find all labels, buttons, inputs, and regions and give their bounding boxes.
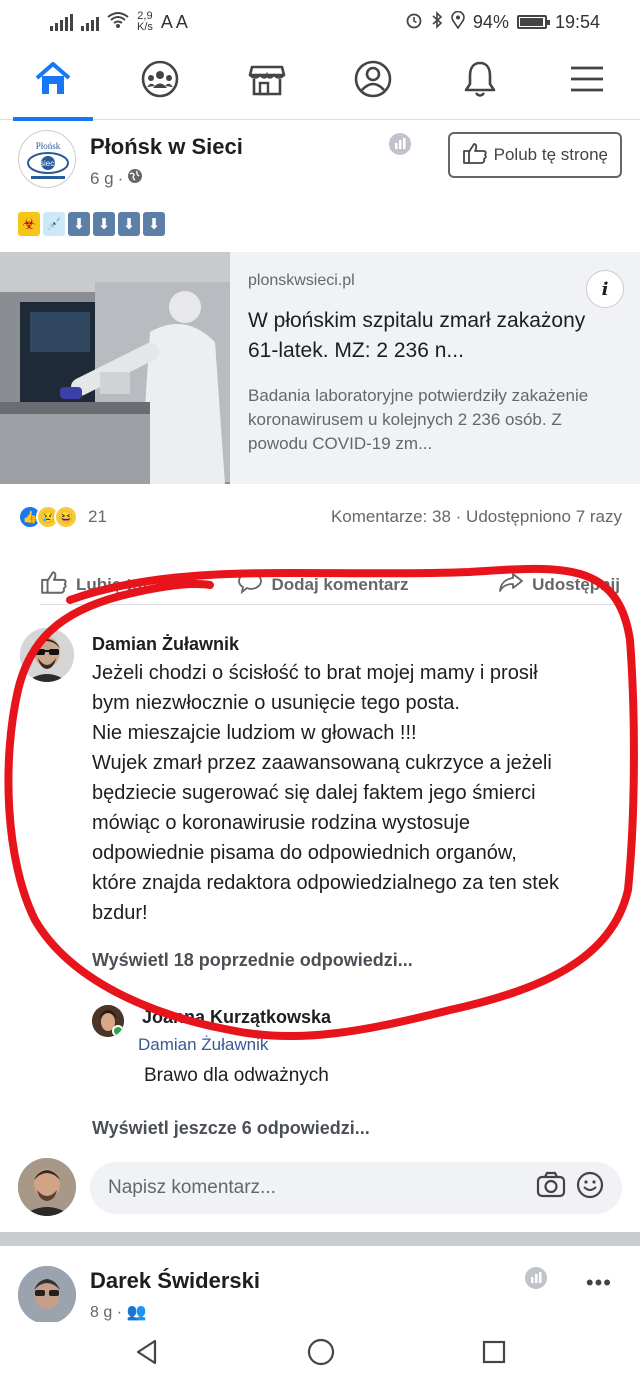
nav-notifications[interactable] <box>440 44 520 120</box>
recents-icon[interactable] <box>481 1339 507 1370</box>
like-button[interactable]: Lubię to! <box>40 569 148 600</box>
system-navigation-bar <box>0 1322 640 1386</box>
friends-icon: 👥 <box>126 1304 147 1321</box>
insights-icon[interactable] <box>524 1266 548 1295</box>
avatar <box>18 1158 76 1216</box>
more-options-icon[interactable]: ••• <box>586 1270 612 1296</box>
share-button[interactable]: Udostępnij <box>498 570 620 599</box>
post-time[interactable]: 8 g <box>90 1304 112 1321</box>
nav-groups[interactable] <box>120 44 200 120</box>
alarm-icon <box>405 11 423 34</box>
haha-reaction-icon: 😆 <box>54 505 78 529</box>
comments-shares-count[interactable]: Komentarze: 38 · Udostępniono 7 razy <box>331 507 622 527</box>
post-header: Płońsk sieci Płońsk w Sieci 6 g · Polub … <box>18 130 622 200</box>
like-page-button[interactable]: Polub tę stronę <box>447 132 622 178</box>
notifications-icon <box>462 59 498 104</box>
font-size-indicator: A A <box>160 11 188 32</box>
top-navigation <box>0 44 640 121</box>
battery-percent: 94% <box>472 11 509 32</box>
back-icon[interactable] <box>133 1338 161 1371</box>
comment-author[interactable]: Damian Żuławnik <box>92 634 239 655</box>
thumbs-up-icon <box>462 141 488 170</box>
avatar[interactable] <box>92 1005 124 1037</box>
svg-text:sieci: sieci <box>40 159 56 168</box>
link-description: Badania laboratoryjne potwierdziły zakaż… <box>248 386 589 453</box>
share-label: Udostępnij <box>532 574 620 594</box>
down-arrow-icon: ⬇ <box>143 212 165 236</box>
menu-icon <box>569 64 605 99</box>
comment-text: Jeżeli chodzi o ścisłość to brat mojej m… <box>92 662 559 924</box>
network-speed: 2,9 K/s <box>137 10 153 33</box>
comment-composer: Napisz komentarz... <box>18 1158 622 1218</box>
like-label: Lubię to! <box>76 574 148 594</box>
nav-menu[interactable] <box>547 44 627 120</box>
page-avatar[interactable]: Płońsk sieci <box>18 130 76 188</box>
status-bar: 2,9 K/s A A 94% 19:54 <box>0 0 640 44</box>
globe-icon <box>127 168 143 189</box>
down-arrow-icon: ⬇ <box>93 212 115 236</box>
comment-icon <box>237 570 263 599</box>
like-page-label: Polub tę stronę <box>493 145 608 164</box>
link-title[interactable]: W płońskim szpitalu zmarł zakażony 61-la… <box>248 306 598 366</box>
link-preview-card[interactable]: plonskwsieci.pl W płońskim szpitalu zmar… <box>0 252 640 484</box>
marketplace-icon <box>247 59 287 104</box>
nav-profile[interactable] <box>333 44 413 120</box>
post-meta: 8 g · 👥 <box>90 1304 147 1321</box>
emoji-icon[interactable] <box>576 1171 604 1205</box>
nav-home[interactable] <box>13 44 94 121</box>
groups-icon <box>140 59 180 104</box>
post-meta: 6 g · <box>90 168 143 189</box>
profile-icon <box>353 59 393 104</box>
wifi-icon <box>107 11 129 34</box>
view-more-replies-link[interactable]: Wyświetl jeszcze 6 odpowiedzi... <box>92 1118 370 1139</box>
comment-button[interactable]: Dodaj komentarz <box>237 570 408 599</box>
signal-icon <box>50 13 73 31</box>
down-arrow-icon: ⬇ <box>118 212 140 236</box>
post-author[interactable]: Darek Świderski <box>90 1268 260 1294</box>
post-actions: Lubię to! Dodaj komentarz Udostępnij <box>40 565 620 605</box>
camera-icon[interactable] <box>536 1171 566 1205</box>
signal-icon-2 <box>81 13 99 31</box>
biohazard-icon: ☣ <box>18 212 40 236</box>
home-icon <box>34 61 72 102</box>
reaction-count-group[interactable]: 👍 😢 😆 21 <box>18 505 107 529</box>
insights-icon[interactable] <box>388 132 412 161</box>
syringe-icon: 💉 <box>43 212 65 236</box>
home-button-icon[interactable] <box>306 1337 336 1372</box>
comment-input[interactable]: Napisz komentarz... <box>90 1162 622 1214</box>
post-time[interactable]: 6 g <box>90 169 114 189</box>
comment-label: Dodaj komentarz <box>271 574 409 594</box>
bluetooth-icon <box>431 10 443 34</box>
battery-icon <box>516 15 550 29</box>
post-emoji-text: ☣ 💉 ⬇ ⬇ ⬇ ⬇ <box>18 212 165 236</box>
svg-text:Płońsk: Płońsk <box>36 141 61 151</box>
location-icon <box>451 10 465 34</box>
avatar[interactable] <box>18 1266 76 1322</box>
reply-mention[interactable]: Damian Żuławnik <box>138 1035 268 1055</box>
feed-divider <box>0 1232 640 1246</box>
avatar[interactable] <box>20 628 74 682</box>
link-domain: plonskwsieci.pl <box>248 272 355 289</box>
clock: 19:54 <box>554 11 600 32</box>
reply-author[interactable]: Joanna Kurzątkowska <box>142 1007 331 1028</box>
page-name[interactable]: Płońsk w Sieci <box>90 134 243 160</box>
info-icon[interactable]: i <box>586 270 624 308</box>
link-preview-body: plonskwsieci.pl W płońskim szpitalu zmar… <box>230 252 640 484</box>
thumbs-up-icon <box>40 569 68 600</box>
reaction-count: 21 <box>88 507 107 526</box>
comment-input-placeholder: Napisz komentarz... <box>108 1177 276 1198</box>
nav-marketplace[interactable] <box>227 44 307 120</box>
view-previous-replies-link[interactable]: Wyświetl 18 poprzednie odpowiedzi... <box>92 950 413 971</box>
reactions-summary: 👍 😢 😆 21 Komentarze: 38 · Udostępniono 7… <box>18 500 622 534</box>
share-icon <box>498 570 524 599</box>
reply-text: Brawo dla odważnych <box>144 1065 329 1086</box>
down-arrow-icon: ⬇ <box>68 212 90 236</box>
next-post-header: Darek Świderski 8 g · 👥 ••• <box>18 1262 622 1322</box>
link-thumbnail-image <box>0 252 230 484</box>
